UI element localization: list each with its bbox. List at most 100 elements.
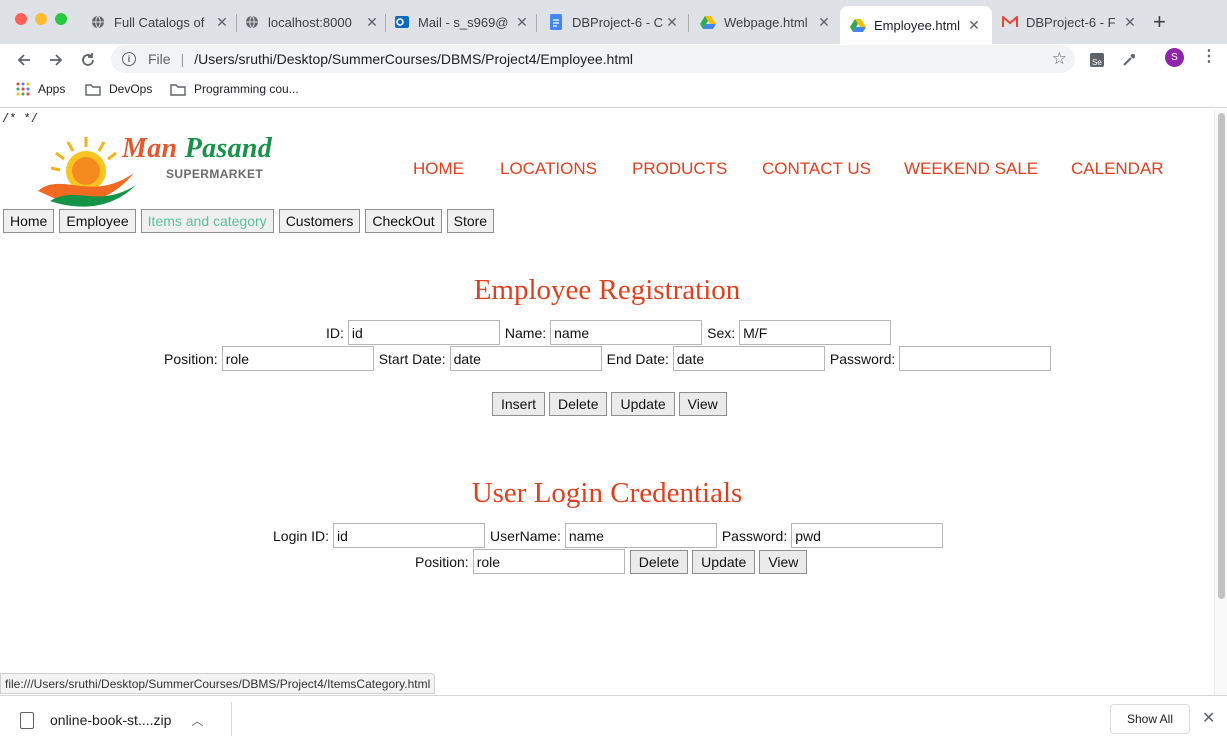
login-position-input[interactable] (472, 549, 625, 574)
reload-icon (82, 53, 94, 66)
site-logo[interactable]: Man Pasand SUPERMARKET (36, 133, 296, 207)
tab-employee[interactable]: Employee (59, 209, 136, 233)
close-icon[interactable]: ✕ (1122, 14, 1138, 31)
login-update-button[interactable]: Update (692, 549, 756, 574)
nav-link-locations[interactable]: LOCATIONS (500, 159, 597, 179)
close-icon[interactable]: ✕ (364, 14, 380, 31)
tab-home[interactable]: Home (3, 209, 55, 233)
back-button[interactable] (11, 47, 37, 73)
login-form-row-1: Login ID: UserName: Password: (273, 523, 948, 548)
outlook-icon (394, 14, 410, 30)
bookmark-apps[interactable]: Apps (16, 82, 65, 96)
vertical-scrollbar[interactable] (1214, 109, 1227, 695)
login-delete-button[interactable]: Delete (629, 549, 689, 574)
folder-icon (85, 83, 101, 96)
view-button[interactable]: View (678, 392, 727, 416)
browser-tab[interactable]: localhost:8000 ✕ (244, 8, 380, 36)
drive-icon (850, 17, 866, 33)
tab-items-and-category[interactable]: Items and category (140, 209, 274, 233)
docs-icon (548, 14, 564, 30)
browser-menu-icon[interactable]: ⋮ (1201, 47, 1217, 67)
login-password-input[interactable] (791, 523, 944, 548)
tab-label: Mail - s_s969@ (418, 14, 509, 30)
password-label: Password: (829, 350, 896, 367)
show-all-button[interactable]: Show All (1110, 704, 1190, 734)
browser-tab[interactable]: Full Catalogs of ✕ (90, 8, 230, 36)
end-date-input[interactable] (672, 346, 825, 371)
browser-tab-active[interactable]: Employee.html ✕ (840, 6, 992, 44)
tab-checkout[interactable]: CheckOut (365, 209, 442, 233)
username-label: UserName: (490, 527, 561, 544)
insert-button[interactable]: Insert (492, 392, 546, 416)
chevron-up-icon[interactable]: ︿ (191, 712, 203, 729)
close-icon[interactable]: ✕ (664, 14, 680, 31)
browser-tab[interactable]: DBProject-6 - F ✕ (1002, 8, 1138, 36)
selenium-extension-icon[interactable]: Se (1088, 50, 1106, 70)
window-minimize-button[interactable] (35, 13, 47, 25)
login-form-row-2: Position: Delete Update View (415, 549, 811, 574)
logo-word-pasand: Pasand (184, 133, 273, 164)
nav-link-contact-us[interactable]: CONTACT US (762, 159, 871, 179)
start-date-input[interactable] (449, 346, 602, 371)
position-input[interactable] (221, 346, 374, 371)
window-close-button[interactable] (15, 13, 27, 25)
nav-link-calendar[interactable]: CALENDAR (1071, 159, 1164, 179)
forward-button[interactable] (43, 47, 69, 73)
download-separator (231, 702, 232, 736)
address-url: /Users/sruthi/Desktop/SummerCourses/DBMS… (194, 51, 634, 67)
window-zoom-button[interactable] (55, 13, 67, 25)
close-icon[interactable]: ✕ (514, 14, 530, 31)
bookmark-star-icon[interactable]: ☆ (1052, 49, 1067, 69)
close-icon[interactable]: ✕ (966, 17, 982, 34)
nav-link-home[interactable]: HOME (413, 159, 464, 179)
close-icon[interactable]: ✕ (214, 14, 230, 31)
tab-customers[interactable]: Customers (278, 209, 361, 233)
name-label: Name: (504, 324, 547, 341)
tab-store[interactable]: Store (446, 209, 495, 233)
tab-label: localhost:8000 (268, 14, 352, 30)
bookmarks-bar: Apps DevOps Programming cou... (0, 78, 1227, 108)
update-button[interactable]: Update (611, 392, 675, 416)
info-icon[interactable]: i (122, 52, 136, 66)
browser-tab[interactable]: DBProject-6 - C ✕ (548, 8, 680, 36)
scrollbar-thumb[interactable] (1218, 113, 1225, 599)
tab-separator (385, 14, 386, 32)
login-view-button[interactable]: View (759, 549, 808, 574)
login-id-label: Login ID: (273, 527, 330, 544)
end-date-label: End Date: (606, 350, 669, 367)
close-icon[interactable]: ✕ (1202, 708, 1215, 728)
close-icon[interactable]: ✕ (816, 14, 832, 31)
position-label: Position: (164, 350, 218, 367)
reload-button[interactable] (75, 47, 101, 73)
bookmark-programming[interactable]: Programming cou... (170, 82, 299, 96)
nav-link-products[interactable]: PRODUCTS (632, 159, 727, 179)
delete-button[interactable]: Delete (549, 392, 608, 416)
download-filename: online-book-st....zip (50, 712, 172, 728)
sex-input[interactable] (739, 320, 892, 345)
tab-separator (536, 14, 537, 32)
tab-separator (236, 14, 237, 32)
new-tab-button[interactable]: + (1153, 10, 1166, 34)
browser-tab[interactable]: Webpage.html ✕ (700, 8, 832, 36)
nav-link-weekend-sale[interactable]: WEEKEND SALE (904, 159, 1038, 179)
employee-button-row: Insert Delete Update View (492, 392, 731, 416)
profile-avatar[interactable]: S (1165, 48, 1184, 67)
tab-label: Employee.html (874, 17, 960, 33)
eyedropper-extension-icon[interactable] (1120, 50, 1138, 70)
login-id-input[interactable] (333, 523, 486, 548)
bookmark-label: DevOps (109, 82, 153, 96)
logo-wordmark: Man Pasand (122, 133, 272, 165)
browser-toolbar: i File | /Users/sruthi/Desktop/SummerCou… (0, 44, 1227, 76)
id-input[interactable] (347, 320, 500, 345)
username-input[interactable] (564, 523, 717, 548)
svg-text:Se: Se (1092, 58, 1102, 67)
download-item[interactable]: online-book-st....zip ︿ (20, 706, 230, 734)
browser-tab[interactable]: Mail - s_s969@ ✕ (394, 8, 530, 36)
password-input[interactable] (899, 346, 1052, 371)
bookmark-devops[interactable]: DevOps (85, 82, 152, 96)
bookmark-label: Programming cou... (194, 82, 299, 96)
tab-label: DBProject-6 - F (1026, 14, 1116, 30)
name-input[interactable] (550, 320, 703, 345)
sex-label: Sex: (707, 324, 736, 341)
address-bar[interactable]: i File | /Users/sruthi/Desktop/SummerCou… (111, 45, 1075, 73)
